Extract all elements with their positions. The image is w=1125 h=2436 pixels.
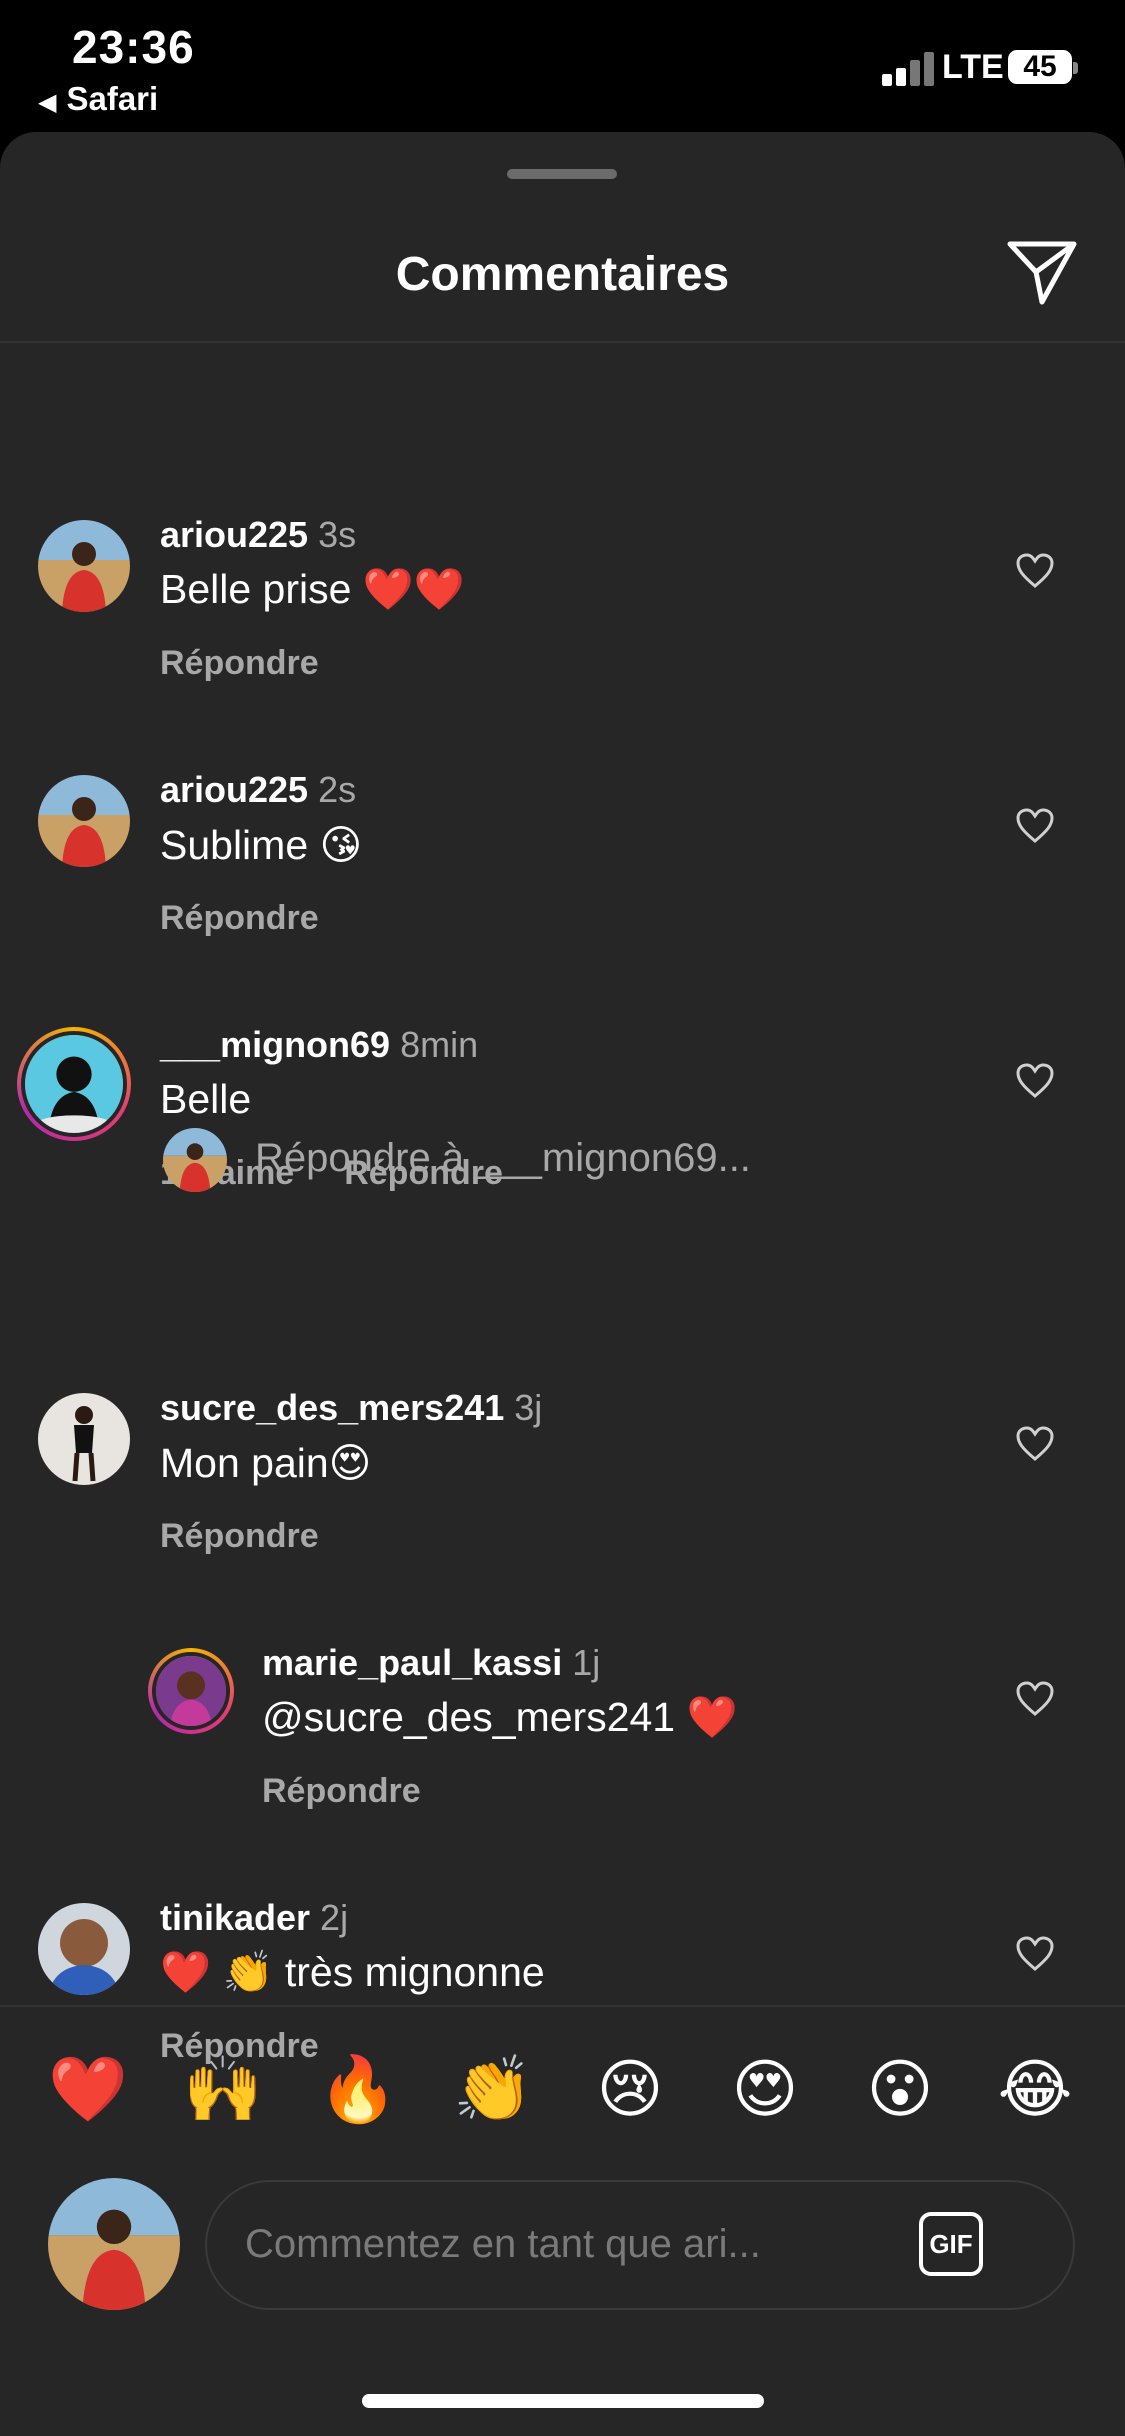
comment-input-placeholder: Commentez en tant que ari... bbox=[245, 2222, 761, 2266]
emoji-crying[interactable]: 😢 bbox=[585, 2050, 675, 2130]
comment-input[interactable]: Commentez en tant que ari... GIF bbox=[205, 2180, 1075, 2310]
back-app-label: Safari bbox=[66, 80, 159, 117]
reply-to-prompt[interactable]: Répondre à ___mignon69... bbox=[163, 1128, 1063, 1198]
comment-item: sucre_des_mers241 3j Mon pain😍 Répondre bbox=[0, 1225, 1125, 1555]
header-divider bbox=[0, 341, 1125, 343]
comment-username[interactable]: marie_paul_kassi 1j bbox=[262, 1642, 600, 1684]
avatar bbox=[163, 1128, 227, 1192]
avatar[interactable] bbox=[38, 1393, 130, 1485]
comment-item-reply: marie_paul_kassi 1j @sucre_des_mers241 ❤️… bbox=[0, 1480, 1125, 1810]
comment-item: ariou225 3s Belle prise ❤️❤️ Répondre bbox=[0, 352, 1125, 682]
back-arrow-icon: ◀ bbox=[38, 89, 57, 116]
comment-username[interactable]: ariou225 3s bbox=[160, 514, 356, 556]
reply-to-text: Répondre à ___mignon69... bbox=[255, 1136, 751, 1180]
sheet-grabber[interactable] bbox=[507, 169, 617, 179]
emoji-heart[interactable]: ❤️ bbox=[43, 2050, 133, 2130]
back-to-safari-button[interactable]: ◀ Safari bbox=[38, 80, 158, 118]
like-heart-icon[interactable] bbox=[1015, 1680, 1055, 1718]
story-ring-avatar[interactable] bbox=[148, 1648, 234, 1734]
comment-item: ___mignon69 8min Belle 1 J’aime Répondre bbox=[0, 862, 1125, 1192]
emoji-quick-bar: ❤️ 🙌 🔥 👏 😢 😍 😮 😂 bbox=[0, 2050, 1125, 2130]
comment-text: Belle bbox=[160, 1076, 252, 1122]
emoji-laughing[interactable]: 😂 bbox=[990, 2050, 1080, 2130]
home-indicator[interactable] bbox=[362, 2394, 764, 2408]
comment-time: 2s bbox=[318, 769, 357, 810]
comment-item: tinikader 2j ❤️ 👏 très mignonne Répondre bbox=[0, 1735, 1125, 2065]
comment-username[interactable]: sucre_des_mers241 3j bbox=[160, 1387, 542, 1429]
like-heart-icon[interactable] bbox=[1015, 807, 1055, 845]
like-heart-icon[interactable] bbox=[1015, 1062, 1055, 1100]
share-send-icon[interactable] bbox=[1004, 234, 1080, 310]
gif-button[interactable]: GIF bbox=[919, 2212, 983, 2276]
emoji-clap[interactable]: 👏 bbox=[448, 2050, 538, 2130]
avatar[interactable] bbox=[38, 1903, 130, 1995]
like-heart-icon[interactable] bbox=[1015, 552, 1055, 590]
network-type: LTE bbox=[942, 48, 1004, 86]
emoji-raised-hands[interactable]: 🙌 bbox=[178, 2050, 268, 2130]
cellular-signal-icon bbox=[882, 50, 938, 86]
comment-item: ariou225 2s Sublime 😘 Répondre bbox=[0, 607, 1125, 937]
composer-avatar bbox=[48, 2178, 180, 2310]
avatar[interactable] bbox=[38, 520, 130, 612]
comment-time: 3j bbox=[514, 1387, 543, 1428]
comment-time: 1j bbox=[572, 1642, 601, 1683]
sheet-title: Commentaires bbox=[395, 248, 730, 301]
emoji-surprised[interactable]: 😮 bbox=[855, 2050, 945, 2130]
composer-divider bbox=[0, 2005, 1125, 2007]
like-heart-icon[interactable] bbox=[1015, 1935, 1055, 1973]
comment-time: 8min bbox=[400, 1024, 479, 1065]
emoji-fire[interactable]: 🔥 bbox=[313, 2050, 403, 2130]
story-ring-avatar[interactable] bbox=[17, 1027, 131, 1141]
emoji-heart-eyes[interactable]: 😍 bbox=[720, 2050, 810, 2130]
avatar[interactable] bbox=[38, 775, 130, 867]
comment-username[interactable]: tinikader 2j bbox=[160, 1897, 348, 1939]
battery-icon: 45 bbox=[1008, 50, 1078, 84]
comment-text: ❤️ 👏 très mignonne bbox=[160, 1949, 545, 1995]
comment-time: 3s bbox=[318, 514, 357, 555]
status-time: 23:36 bbox=[72, 21, 195, 73]
like-heart-icon[interactable] bbox=[1015, 1425, 1055, 1463]
comment-username[interactable]: ariou225 2s bbox=[160, 769, 356, 811]
status-bar: 23:36 ◀ Safari LTE 45 bbox=[0, 0, 1125, 135]
comment-username[interactable]: ___mignon69 8min bbox=[160, 1024, 478, 1066]
comment-time: 2j bbox=[320, 1897, 349, 1938]
